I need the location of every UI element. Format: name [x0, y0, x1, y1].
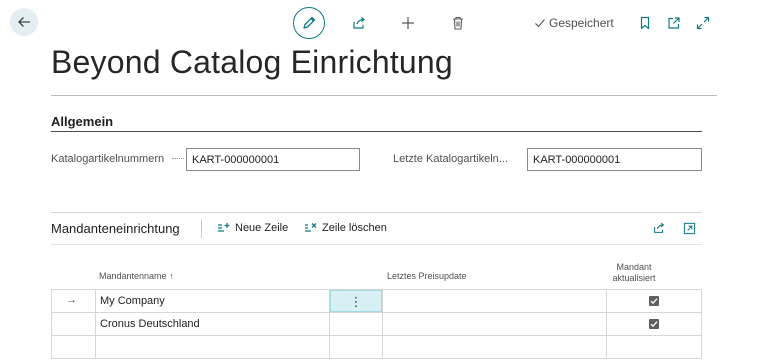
- back-button[interactable]: [10, 8, 38, 36]
- company-name-cell[interactable]: Cronus Deutschland: [100, 318, 200, 330]
- saved-status: Gespeichert: [534, 16, 614, 30]
- delete-line-button[interactable]: Zeile löschen: [304, 222, 387, 234]
- new-line-icon: [218, 223, 230, 232]
- column-header-company-name[interactable]: Mandantenname ↑: [99, 271, 174, 281]
- company-updated-checkbox[interactable]: [649, 296, 659, 306]
- share-button[interactable]: [349, 13, 369, 33]
- plus-icon: [402, 17, 414, 29]
- trash-icon: [453, 16, 463, 30]
- delete-line-label: Zeile löschen: [322, 222, 387, 234]
- more-vertical-icon: ⋮: [349, 293, 363, 309]
- saved-label: Gespeichert: [549, 16, 614, 30]
- field-label-last-catalog-item-no: Letzte Katalogartikeln...: [393, 153, 508, 165]
- sort-ascending-icon: ↑: [169, 271, 174, 281]
- share-icon: [654, 222, 665, 233]
- bookmark-icon: [640, 16, 650, 30]
- company-name-cell[interactable]: My Company: [100, 295, 165, 307]
- company-updated-checkbox[interactable]: [649, 319, 659, 329]
- part-divider-top: [51, 212, 702, 213]
- new-button[interactable]: [398, 13, 418, 33]
- part-open-button[interactable]: [679, 218, 699, 238]
- table-row-empty[interactable]: [51, 336, 702, 358]
- edit-button[interactable]: [293, 7, 325, 39]
- column-header-company-updated[interactable]: Mandant aktualisiert: [606, 262, 662, 284]
- last-catalog-item-no-input[interactable]: [527, 148, 702, 171]
- part-title-company-setup[interactable]: Mandanteneinrichtung: [51, 221, 180, 236]
- open-in-new-icon: [668, 17, 680, 29]
- new-line-label: Neue Zeile: [235, 222, 289, 234]
- catalog-item-nos-input[interactable]: [186, 148, 360, 171]
- field-leader-dots: [172, 158, 184, 159]
- part-title-separator: [201, 219, 202, 238]
- pencil-icon: [303, 16, 316, 29]
- section-divider: [51, 131, 702, 132]
- checkmark-icon: [650, 321, 658, 328]
- current-row-indicator-icon: →: [66, 294, 77, 306]
- delete-button[interactable]: [448, 13, 468, 33]
- title-divider: [51, 95, 717, 96]
- expand-button[interactable]: [693, 13, 713, 33]
- part-divider-bottom: [51, 244, 702, 245]
- open-new-window-button[interactable]: [664, 13, 684, 33]
- column-header-last-price-update[interactable]: Letztes Preisupdate: [387, 271, 467, 281]
- bookmark-button[interactable]: [635, 13, 655, 33]
- field-label-catalog-item-nos: Katalogartikelnummern: [51, 153, 165, 165]
- new-line-button[interactable]: Neue Zeile: [217, 222, 288, 234]
- delete-line-icon: [305, 223, 317, 232]
- section-title-general[interactable]: Allgemein: [51, 114, 113, 129]
- open-in-new-icon: [683, 222, 695, 234]
- part-share-button[interactable]: [649, 218, 669, 238]
- row-actions-button[interactable]: ⋮: [330, 290, 382, 312]
- column-header-company-updated-line2: aktualisiert: [612, 273, 656, 283]
- column-header-company-updated-line1: Mandant: [616, 262, 652, 272]
- page-title: Beyond Catalog Einrichtung: [51, 44, 453, 80]
- checkmark-icon: [650, 298, 658, 305]
- share-icon: [353, 17, 365, 29]
- column-header-company-name-label: Mandantenname: [99, 271, 167, 281]
- check-icon: [535, 19, 545, 28]
- expand-icon: [696, 16, 710, 30]
- arrow-left-icon: [18, 17, 30, 27]
